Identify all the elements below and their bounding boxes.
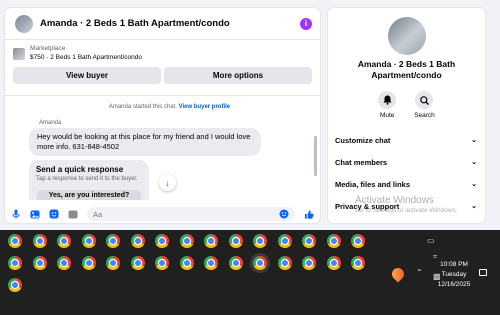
emoji-icon[interactable] xyxy=(279,209,289,219)
chrome-icon[interactable] xyxy=(277,256,292,270)
chrome-icon[interactable] xyxy=(32,234,47,248)
chrome-icon[interactable] xyxy=(351,256,365,270)
chrome-icon[interactable] xyxy=(130,234,145,248)
chrome-icon[interactable] xyxy=(106,234,120,248)
listing-price-title[interactable]: $750 · 2 Beds 1 Bath Apartment/condo xyxy=(30,53,142,62)
search-icon xyxy=(415,91,434,109)
menu-media-files-links[interactable]: Media, files and links ⌄ xyxy=(328,173,485,195)
taskbar-app-icons xyxy=(8,234,388,292)
chrome-icon[interactable] xyxy=(326,234,341,248)
menu-item-label: Chat members xyxy=(335,157,388,167)
view-buyer-button[interactable]: View buyer xyxy=(13,67,161,84)
chrome-icon[interactable] xyxy=(8,256,22,270)
message-input[interactable] xyxy=(93,209,243,219)
chrome-icon[interactable] xyxy=(106,256,120,270)
chrome-icon[interactable] xyxy=(204,234,218,248)
chevron-down-icon: ⌄ xyxy=(471,181,477,188)
battery-icon[interactable]: ▭ xyxy=(427,236,435,245)
bell-icon xyxy=(378,91,397,109)
notification-icon[interactable] xyxy=(479,269,487,276)
chat-title[interactable]: Amanda · 2 Beds 1 Bath Apartment/condo xyxy=(40,18,300,29)
settings-menu: Customize chat ⌄ Chat members ⌄ Media, f… xyxy=(328,129,485,217)
chrome-icon[interactable] xyxy=(32,256,47,270)
chrome-icon[interactable] xyxy=(253,234,267,248)
chrome-icon[interactable] xyxy=(204,256,218,270)
chrome-icon[interactable] xyxy=(351,234,365,248)
image-icon[interactable] xyxy=(30,209,40,219)
contact-avatar-large[interactable] xyxy=(387,17,426,55)
chrome-icon[interactable] xyxy=(302,234,316,248)
chrome-icon[interactable] xyxy=(57,234,71,248)
marketplace-label: Marketplace xyxy=(30,45,66,52)
chrome-icon[interactable] xyxy=(228,234,243,248)
message-input-wrapper xyxy=(87,207,295,221)
search-label: Search xyxy=(414,112,435,119)
chevron-up-icon[interactable]: ⌃ xyxy=(416,268,423,277)
menu-item-label: Customize chat xyxy=(335,135,391,145)
chat-window: Amanda · 2 Beds 1 Bath Apartment/condo i… xyxy=(5,8,320,223)
quick-response-title: Send a quick response xyxy=(36,165,124,174)
menu-privacy-support[interactable]: Privacy & support ⌄ xyxy=(328,195,485,217)
chat-started-notice: Amanda started this chat. View buyer pro… xyxy=(29,104,310,110)
chrome-icon[interactable] xyxy=(326,256,341,270)
chat-started-text: Amanda started this chat. xyxy=(108,104,177,110)
sticker-icon[interactable] xyxy=(49,209,59,219)
chrome-icon[interactable] xyxy=(8,234,22,248)
chat-header: Amanda · 2 Beds 1 Bath Apartment/condo i xyxy=(5,8,320,40)
chrome-icon[interactable] xyxy=(302,256,316,270)
microphone-icon[interactable] xyxy=(11,209,21,219)
chrome-icon[interactable] xyxy=(179,256,194,270)
mute-label: Mute xyxy=(379,112,395,119)
sender-name: Amanda xyxy=(39,120,62,126)
composer-bar xyxy=(5,205,320,223)
clock-day: Tuesday xyxy=(441,271,467,278)
like-icon[interactable] xyxy=(304,209,314,219)
chevron-down-icon: ⌄ xyxy=(471,159,477,166)
chevron-down-icon: ⌄ xyxy=(471,137,477,144)
mute-action[interactable]: Mute xyxy=(378,91,397,119)
taskbar-clock[interactable]: 10:08 PM Tuesday 12/16/2025 xyxy=(432,260,476,290)
menu-item-label: Media, files and links xyxy=(335,179,411,189)
chrome-icon[interactable] xyxy=(155,256,169,270)
contact-avatar[interactable] xyxy=(15,14,33,33)
listing-thumbnail[interactable] xyxy=(13,47,25,60)
quick-response-card: Send a quick response Tap a response to … xyxy=(29,160,149,200)
chrome-icon[interactable] xyxy=(228,256,243,270)
chrome-icon[interactable] xyxy=(81,234,96,248)
windows-taskbar: ▭ ≈ ⌃ ▩ 10:08 PM Tuesday 12/16/2025 xyxy=(0,230,500,315)
menu-chat-members[interactable]: Chat members ⌄ xyxy=(328,151,485,173)
conversation-name: Amanda · 2 Beds 1 Bath Apartment/condo xyxy=(357,59,456,80)
quick-response-subtitle: Tap a response to send it to the buyer. xyxy=(36,176,138,182)
chrome-icon[interactable] xyxy=(81,256,96,270)
chrome-icon[interactable] xyxy=(277,234,292,248)
view-buyer-profile-link[interactable]: View buyer profile xyxy=(179,104,231,110)
more-options-button[interactable]: More options xyxy=(164,67,312,84)
search-action[interactable]: Search xyxy=(414,91,435,119)
clock-time: 10:08 PM xyxy=(440,261,468,268)
quick-response-option[interactable]: Yes, are you interested? xyxy=(37,190,141,200)
menu-customize-chat[interactable]: Customize chat ⌄ xyxy=(328,129,485,151)
clock-date: 12/16/2025 xyxy=(437,281,471,288)
chrome-icon[interactable] xyxy=(179,234,194,248)
message-list: Amanda started this chat. View buyer pro… xyxy=(5,98,320,205)
quick-actions: Mute Search xyxy=(328,91,485,119)
chrome-icon[interactable] xyxy=(130,256,145,270)
listing-card: Marketplace $750 · 2 Beds 1 Bath Apartme… xyxy=(5,40,320,96)
chevron-down-icon: ⌄ xyxy=(471,203,477,210)
chrome-icon[interactable] xyxy=(155,234,169,248)
message-scrollbar[interactable] xyxy=(314,136,317,176)
conversation-info-panel: Amanda · 2 Beds 1 Bath Apartment/condo M… xyxy=(328,8,485,223)
scroll-down-icon[interactable]: ↓ xyxy=(159,174,176,191)
info-icon[interactable]: i xyxy=(300,17,312,30)
message-bubble: Hey would be looking at this place for m… xyxy=(29,128,261,156)
menu-item-label: Privacy & support xyxy=(335,201,400,211)
chrome-icon[interactable] xyxy=(253,256,267,270)
chrome-icon[interactable] xyxy=(8,278,22,292)
chrome-icon[interactable] xyxy=(57,256,71,270)
gif-icon[interactable] xyxy=(68,209,78,219)
